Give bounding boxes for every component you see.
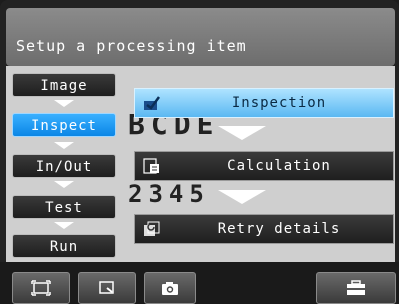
page-title: Setup a processing item: [16, 37, 247, 55]
preview-arrow-2: [218, 190, 266, 204]
menu-item-label: Calculation: [227, 158, 331, 174]
nav-arrow: [54, 181, 74, 188]
preview-text-row2: 2345: [128, 180, 210, 208]
inspection-icon: [143, 95, 161, 111]
menu-item-inspection[interactable]: Inspection: [134, 88, 394, 118]
nav-item-inspect[interactable]: Inspect: [12, 113, 116, 137]
zoom-window-button[interactable]: [78, 272, 136, 304]
calculation-icon: [143, 158, 161, 174]
capture-button[interactable]: [144, 272, 196, 304]
menu-item-calculation[interactable]: Calculation: [134, 151, 394, 181]
nav-arrow: [54, 100, 74, 107]
menu-item-label: Inspection: [231, 95, 327, 111]
nav-item-in-out[interactable]: In/Out: [12, 154, 116, 178]
preview-arrow-1: [218, 126, 266, 140]
retry-details-icon: [143, 221, 161, 237]
title-bar: Setup a processing item: [6, 8, 395, 66]
menu-item-label: Retry details: [217, 221, 341, 237]
menu-item-retry-details[interactable]: Retry details: [134, 214, 394, 244]
nav-arrow: [54, 222, 74, 229]
toolbox-button[interactable]: [316, 272, 396, 304]
nav-item-image[interactable]: Image: [12, 73, 116, 97]
nav-item-test[interactable]: Test: [12, 195, 116, 219]
nav-item-run[interactable]: Run: [12, 234, 116, 258]
fit-screen-button[interactable]: [12, 272, 70, 304]
nav-arrow: [54, 142, 74, 149]
